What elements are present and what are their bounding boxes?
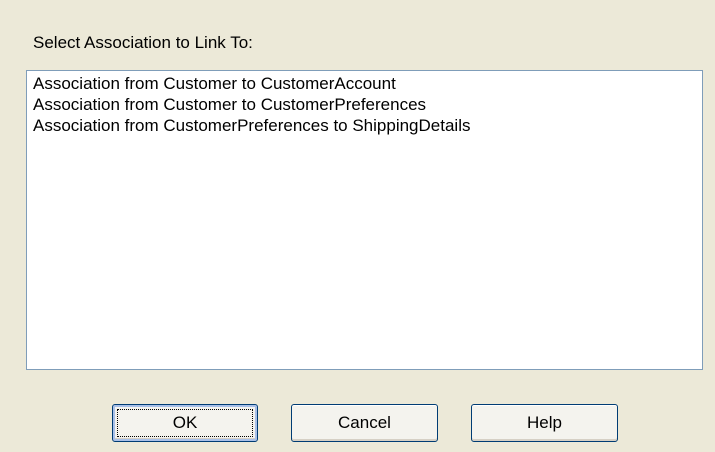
association-list: Association from Customer to CustomerAcc… bbox=[27, 71, 702, 136]
cancel-button-label: Cancel bbox=[338, 413, 391, 432]
list-item-association-3[interactable]: Association from CustomerPreferences to … bbox=[27, 115, 702, 136]
ok-button[interactable]: OK bbox=[112, 404, 258, 442]
cancel-button[interactable]: Cancel bbox=[291, 404, 438, 442]
association-listbox[interactable]: Association from Customer to CustomerAcc… bbox=[26, 70, 703, 370]
list-item-association-2[interactable]: Association from Customer to CustomerPre… bbox=[27, 94, 702, 115]
help-button-label: Help bbox=[527, 413, 562, 432]
select-association-label: Select Association to Link To: bbox=[33, 33, 253, 52]
ok-button-label: OK bbox=[172, 413, 198, 432]
list-item-association-1[interactable]: Association from Customer to CustomerAcc… bbox=[27, 73, 702, 94]
select-association-dialog: Select Association to Link To: Associati… bbox=[0, 0, 715, 452]
help-button[interactable]: Help bbox=[471, 404, 618, 442]
